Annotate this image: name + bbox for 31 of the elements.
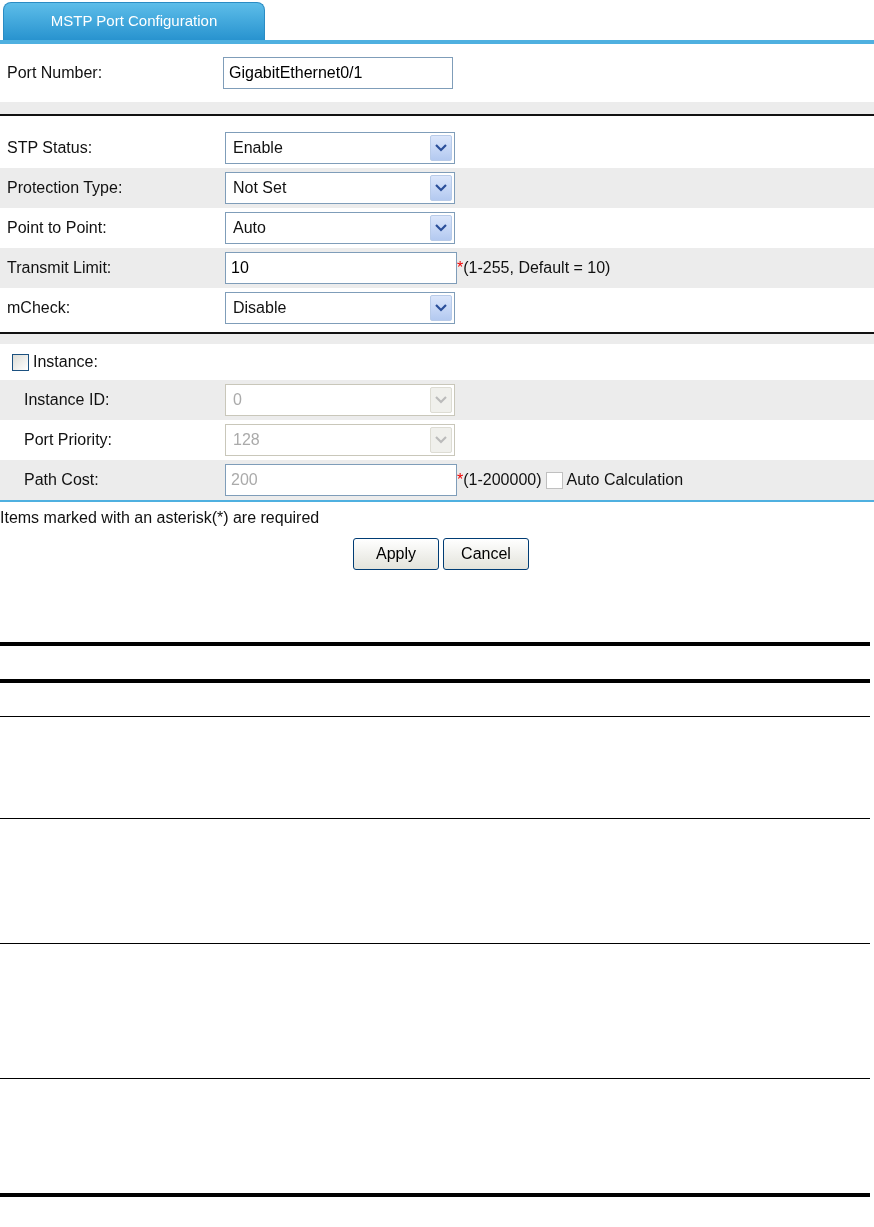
field-label: Port Number: [6, 63, 104, 83]
range-hint: (1-255, Default = 10) [463, 258, 611, 278]
required-asterisk: * [457, 258, 464, 278]
action-button[interactable]: Apply [353, 538, 439, 570]
range-hint: (1-200000) [463, 470, 542, 490]
chevron-down-icon [430, 295, 452, 321]
chevron-down-icon [430, 135, 452, 161]
chevron-down-icon [430, 215, 452, 241]
chevron-down-icon [430, 387, 452, 413]
dropdown[interactable]: Not Set [225, 172, 455, 204]
chevron-down-icon [430, 427, 452, 453]
action-button[interactable]: Cancel [443, 538, 529, 570]
field-label: STP Status: [6, 138, 94, 158]
field-label: Port Priority: [23, 430, 113, 450]
field-label: mCheck: [6, 298, 72, 318]
chevron-down-icon [430, 175, 452, 201]
field-label: Protection Type: [6, 178, 124, 198]
checkbox-label: Auto Calculation [566, 470, 684, 490]
required-asterisk: * [457, 470, 464, 490]
field-label: Path Cost: [23, 470, 100, 490]
text-field[interactable]: 10 [225, 252, 457, 284]
port-number-field[interactable]: GigabitEthernet0/1 [223, 57, 453, 89]
checkbox[interactable] [12, 353, 29, 371]
dropdown[interactable]: Enable [225, 132, 455, 164]
field-label: Transmit Limit: [6, 258, 113, 278]
field-label: Point to Point: [6, 218, 108, 238]
required-note: Items marked with an asterisk(*) are required [0, 508, 321, 528]
dropdown[interactable]: Auto [225, 212, 455, 244]
checkbox-label: Instance: [33, 352, 98, 372]
dropdown[interactable]: Disable [225, 292, 455, 324]
field-label: Instance ID: [23, 390, 111, 410]
